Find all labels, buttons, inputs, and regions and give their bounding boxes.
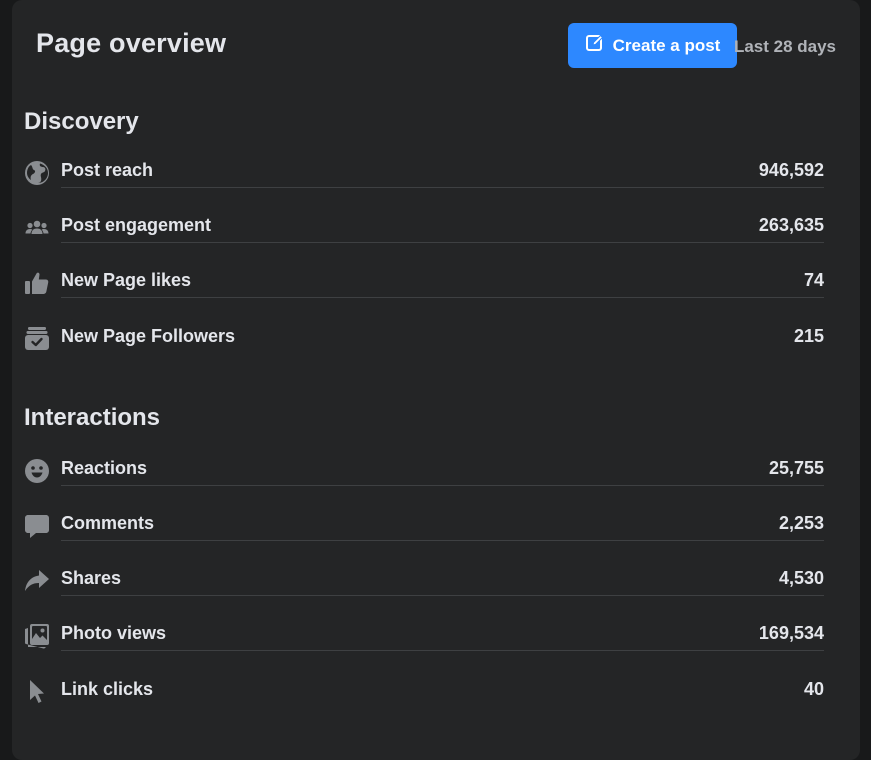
cursor-icon [24,678,50,704]
stat-row-comments[interactable]: Comments 2,253 [24,502,824,557]
stat-value: 2,253 [778,513,824,533]
followers-icon [24,325,50,351]
create-post-label: Create a post [612,35,721,55]
discovery-section-title: Discovery [24,108,139,135]
smiley-icon [24,458,50,484]
stat-label: New Page Followers [61,325,236,346]
stat-row-new-page-followers[interactable]: New Page Followers 215 [24,314,824,369]
interactions-section-title: Interactions [24,404,161,431]
stat-row-photo-views[interactable]: Photo views 169,534 [24,612,824,667]
stat-row-post-reach[interactable]: Post reach 946,592 [24,149,824,204]
globe-icon [24,160,50,186]
photo-icon [24,623,50,649]
stat-label: Post engagement [61,215,212,235]
stat-value: 25,755 [768,458,824,478]
interactions-list: Reactions 25,755 Comments 2,253 Shares 4… [24,447,824,722]
comment-icon [24,513,50,539]
share-icon [24,568,50,594]
stat-value: 169,534 [758,623,824,643]
stat-label: Photo views [61,623,167,643]
stat-value: 40 [803,678,824,699]
stat-value: 263,635 [758,215,824,235]
stat-value: 946,592 [758,160,824,180]
people-icon [24,215,50,241]
card-header: Page overview Create a post Last 28 days [36,0,836,92]
stat-label: Reactions [61,458,148,478]
thumbs-up-icon [24,270,50,296]
stat-label: Post reach [61,160,154,180]
stat-row-shares[interactable]: Shares 4,530 [24,557,824,612]
create-post-button[interactable]: Create a post [568,23,737,68]
date-range-label[interactable]: Last 28 days [734,37,836,57]
stat-value: 4,530 [778,568,824,588]
stat-label: New Page likes [61,270,192,290]
edit-icon [585,33,605,58]
stat-label: Shares [61,568,122,588]
page-title: Page overview [36,28,227,58]
stat-row-reactions[interactable]: Reactions 25,755 [24,447,824,502]
stat-row-new-page-likes[interactable]: New Page likes 74 [24,259,824,314]
discovery-list: Post reach 946,592 Post engagement 263,6… [24,149,824,369]
stat-label: Link clicks [61,678,154,699]
stat-value: 215 [793,325,824,346]
stat-row-post-engagement[interactable]: Post engagement 263,635 [24,204,824,259]
stat-label: Comments [61,513,155,533]
stat-value: 74 [803,270,824,290]
stat-row-link-clicks[interactable]: Link clicks 40 [24,667,824,722]
